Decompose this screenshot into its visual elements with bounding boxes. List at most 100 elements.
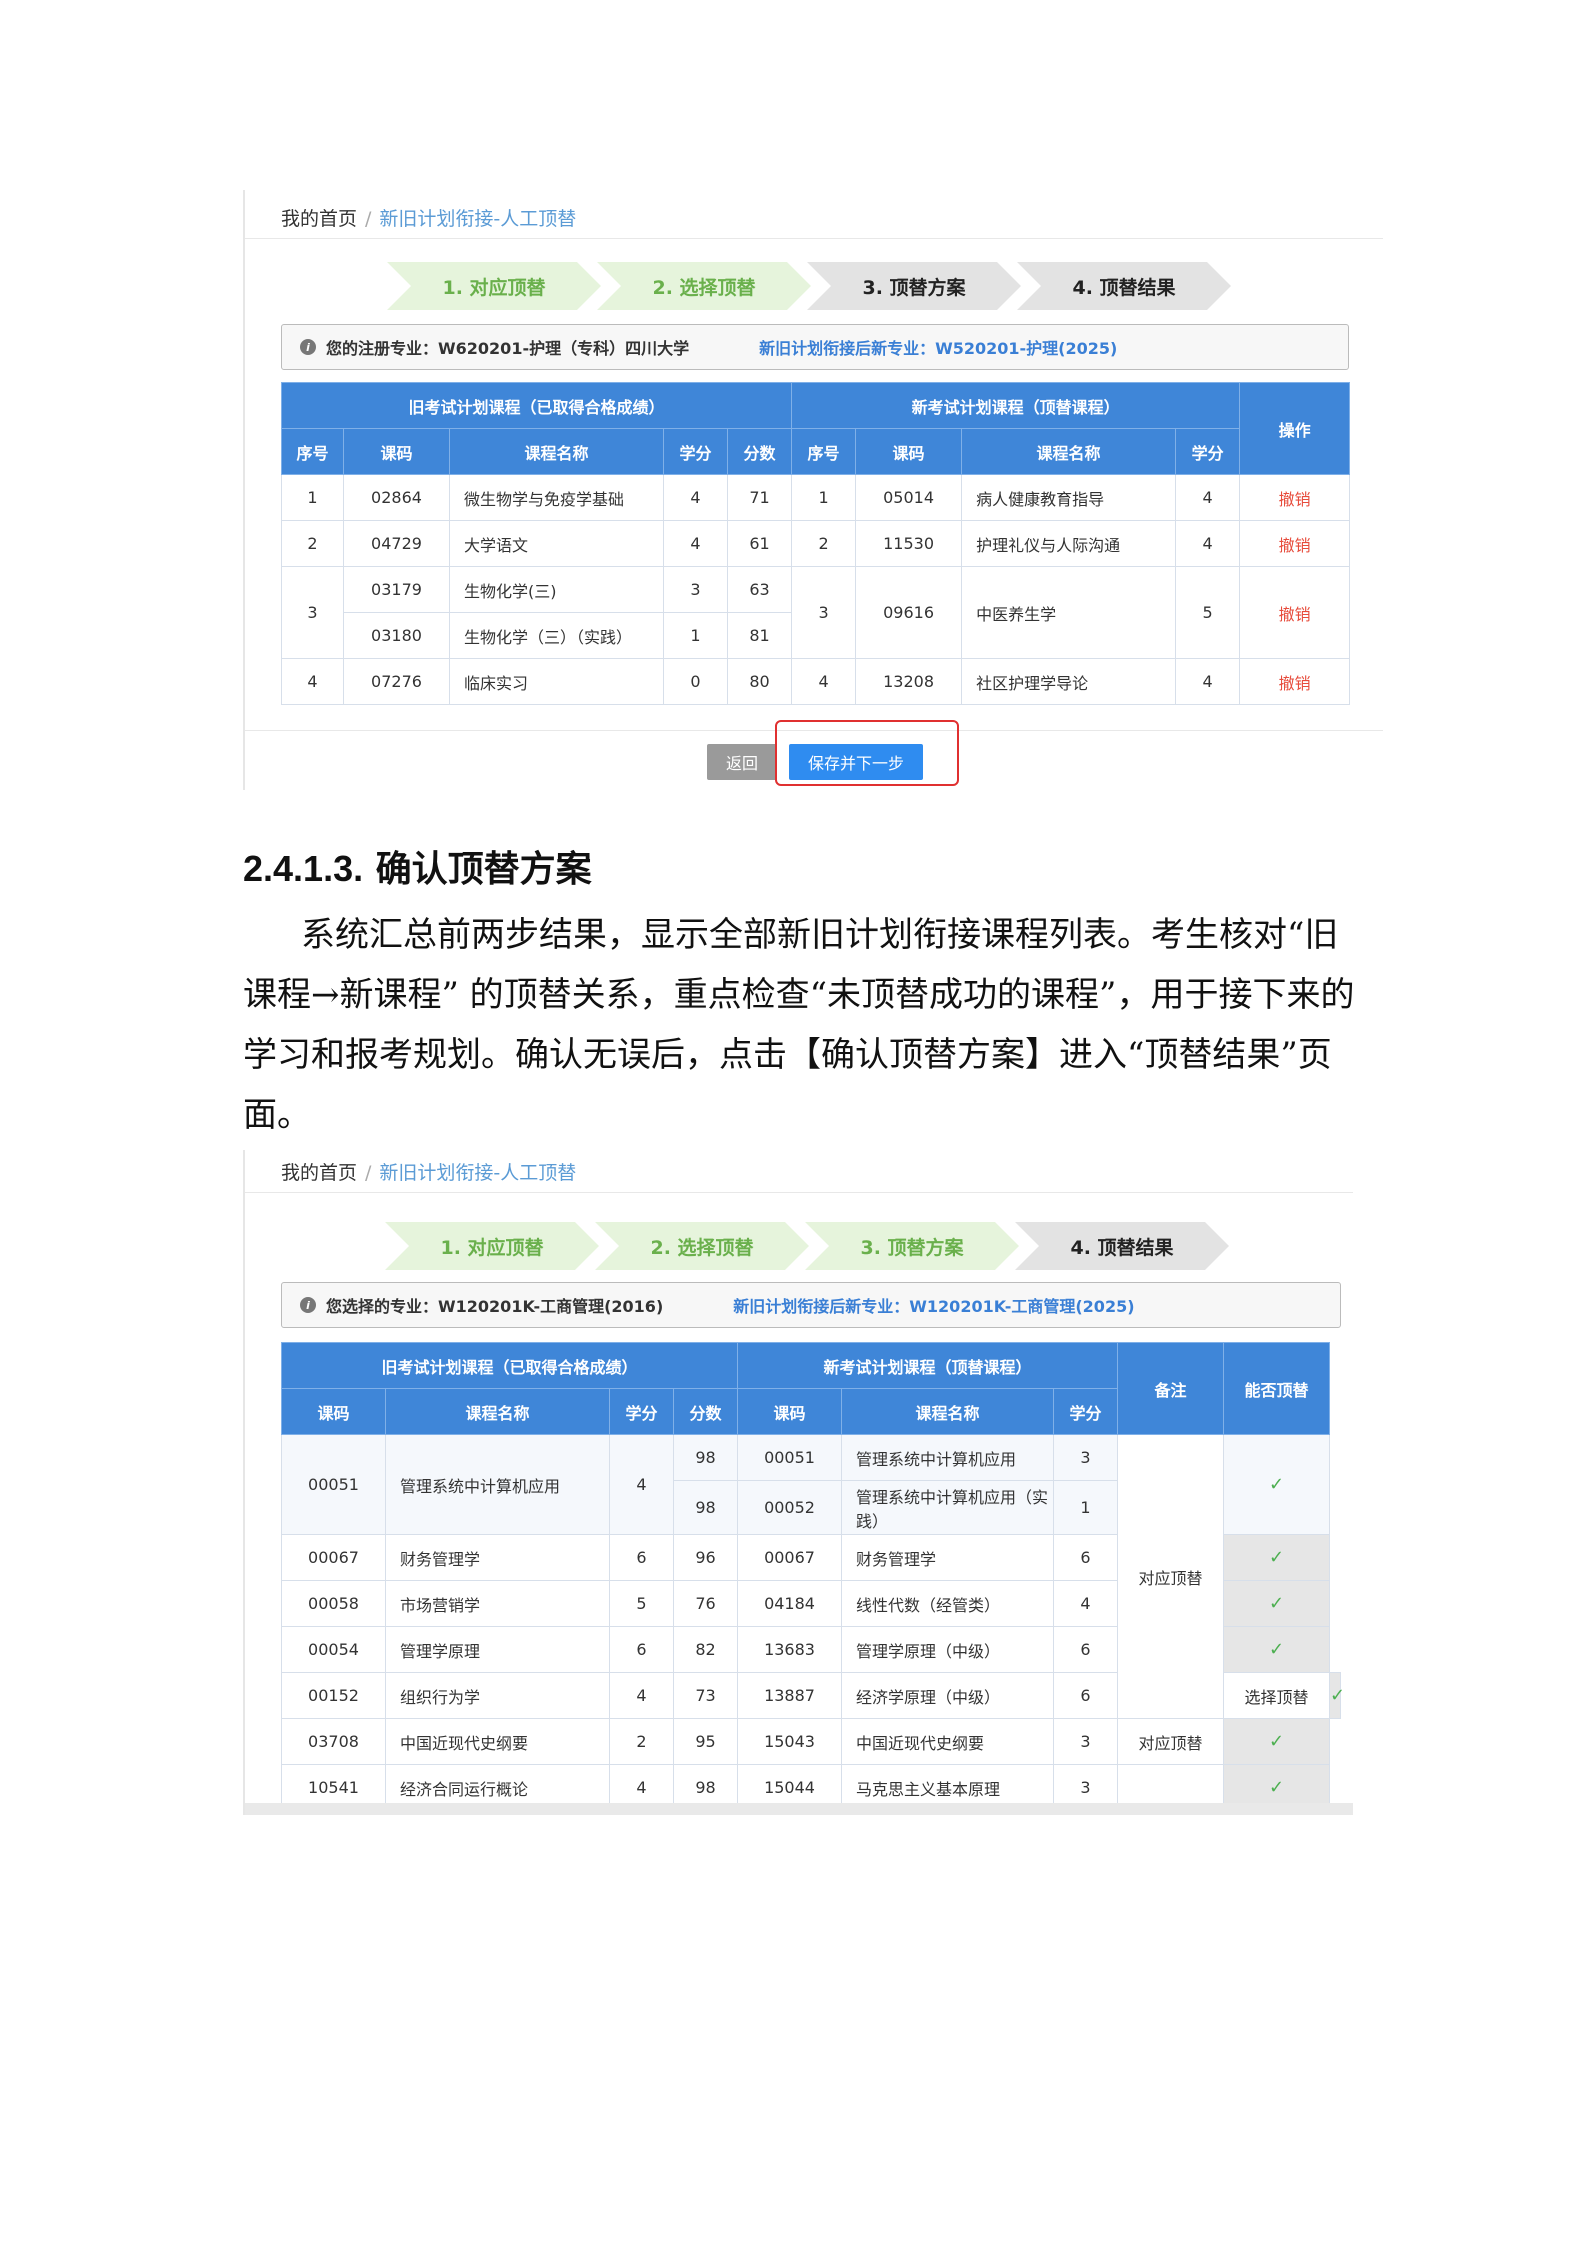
cell: 线性代数（经管类） bbox=[841, 1580, 1055, 1627]
cell: 80 bbox=[726, 658, 793, 705]
revoke-link[interactable]: 撤销 bbox=[1239, 566, 1351, 659]
cell-remark: 对应顶替 bbox=[1117, 1718, 1225, 1765]
cell: 07276 bbox=[343, 658, 450, 705]
cell: 0 bbox=[663, 658, 728, 705]
cell: 4 bbox=[609, 1672, 674, 1719]
breadcrumb-home[interactable]: 我的首页 bbox=[281, 208, 357, 230]
cell: 81 bbox=[726, 612, 793, 659]
section-number: 2.4.1.3. bbox=[243, 848, 364, 889]
cell: 6 bbox=[1053, 1534, 1119, 1581]
cell: 96 bbox=[672, 1534, 739, 1581]
check-icon: ✓ bbox=[1223, 1434, 1331, 1535]
cell: 管理学原理（中级） bbox=[841, 1626, 1055, 1673]
save-next-button[interactable]: 保存并下一步 bbox=[789, 744, 923, 780]
cell: 3 bbox=[791, 566, 857, 659]
table-row: 00051 管理系统中计算机应用 4 98 00051 管理系统中计算机应用 3… bbox=[281, 1434, 1341, 1719]
step-1: 1. 对应顶替 bbox=[385, 1222, 599, 1270]
cell: 2 bbox=[791, 520, 857, 567]
new-major: 新旧计划衔接后新专业：W520201-护理(2025) bbox=[759, 339, 1118, 358]
revoke-link[interactable]: 撤销 bbox=[1239, 658, 1351, 705]
step-indicator: 1. 对应顶替 2. 选择顶替 3. 顶替方案 4. 顶替结果 bbox=[385, 1222, 1229, 1270]
cell: 市场营销学 bbox=[385, 1580, 610, 1627]
cell: 98 bbox=[672, 1480, 739, 1535]
col-old-credit: 学分 bbox=[663, 428, 728, 475]
scrollbar-track[interactable] bbox=[245, 1803, 1353, 1815]
step-1: 1. 对应顶替 bbox=[387, 262, 601, 310]
header-new-group: 新考试计划课程（顶替课程） bbox=[737, 1342, 1119, 1389]
cell: 3 bbox=[1053, 1434, 1119, 1481]
header-new-group: 新考试计划课程（顶替课程） bbox=[791, 382, 1241, 429]
back-button[interactable]: 返回 bbox=[707, 744, 777, 780]
cell: 76 bbox=[672, 1580, 739, 1627]
cell: 财务管理学 bbox=[385, 1534, 610, 1581]
cell: 13683 bbox=[737, 1626, 843, 1673]
cell: 经济学原理（中级） bbox=[841, 1672, 1055, 1719]
divider bbox=[245, 238, 1383, 239]
cell: 临床实习 bbox=[449, 658, 664, 705]
replacement-table: 旧考试计划课程（已取得合格成绩） 新考试计划课程（顶替课程） 操作 序号 课码 … bbox=[280, 382, 1351, 705]
step-indicator: 1. 对应顶替 2. 选择顶替 3. 顶替方案 4. 顶替结果 bbox=[387, 262, 1231, 310]
col-old-code: 课码 bbox=[343, 428, 450, 475]
step-3: 3. 顶替方案 bbox=[807, 262, 1021, 310]
header-old-group: 旧考试计划课程（已取得合格成绩） bbox=[280, 1342, 739, 1389]
breadcrumb-separator: / bbox=[365, 1162, 372, 1184]
check-icon: ✓ bbox=[1223, 1718, 1331, 1765]
breadcrumb-home[interactable]: 我的首页 bbox=[281, 1162, 357, 1184]
cell: 1 bbox=[1053, 1480, 1119, 1535]
cell: 微生物学与免疫学基础 bbox=[449, 474, 664, 521]
cell: 00058 bbox=[281, 1580, 386, 1627]
cell: 4 bbox=[1175, 520, 1241, 567]
cell: 73 bbox=[672, 1672, 739, 1719]
revoke-link[interactable]: 撤销 bbox=[1239, 520, 1351, 567]
col-new-credit: 学分 bbox=[1053, 1388, 1119, 1435]
cell: 13887 bbox=[737, 1672, 843, 1719]
registered-major: 您的注册专业：W620201-护理（专科）四川大学 bbox=[326, 339, 690, 358]
cell: 生物化学(三) bbox=[449, 566, 664, 613]
col-old-name: 课程名称 bbox=[385, 1388, 610, 1435]
cell: 6 bbox=[609, 1626, 674, 1673]
col-new-code: 课码 bbox=[855, 428, 963, 475]
breadcrumb: 我的首页 / 新旧计划衔接-人工顶替 bbox=[281, 204, 576, 231]
col-new-credit: 学分 bbox=[1175, 428, 1241, 475]
info-icon: i bbox=[300, 339, 316, 355]
col-new-name: 课程名称 bbox=[961, 428, 1177, 475]
cell: 2 bbox=[281, 520, 344, 567]
breadcrumb-current[interactable]: 新旧计划衔接-人工顶替 bbox=[379, 1162, 576, 1184]
step-2: 2. 选择顶替 bbox=[597, 262, 811, 310]
header-old-group: 旧考试计划课程（已取得合格成绩） bbox=[280, 382, 793, 429]
cell: 02864 bbox=[343, 474, 450, 521]
table-row: 4 07276 临床实习 0 80 4 13208 社区护理学导论 4 撤销 bbox=[281, 658, 1351, 705]
table-row: 03708 中国近现代史纲要 2 95 15043 中国近现代史纲要 3 对应顶… bbox=[281, 1718, 1341, 1765]
table-row: 1 02864 微生物学与免疫学基础 4 71 1 05014 病人健康教育指导… bbox=[281, 474, 1351, 521]
cell: 生物化学（三）（实践） bbox=[449, 612, 664, 659]
cell: 95 bbox=[672, 1718, 739, 1765]
cell: 4 bbox=[1175, 474, 1241, 521]
header-can-replace: 能否顶替 bbox=[1223, 1342, 1331, 1435]
cell: 1 bbox=[791, 474, 857, 521]
revoke-link[interactable]: 撤销 bbox=[1239, 474, 1351, 521]
cell: 04184 bbox=[737, 1580, 843, 1627]
cell: 4 bbox=[609, 1434, 674, 1535]
cell: 82 bbox=[672, 1626, 739, 1673]
cell: 05014 bbox=[855, 474, 963, 521]
cell: 3 bbox=[281, 566, 344, 659]
cell: 社区护理学导论 bbox=[961, 658, 1177, 705]
cell: 4 bbox=[791, 658, 857, 705]
cell: 00051 bbox=[737, 1434, 843, 1481]
table-row: 3 03179 生物化学(三) 3 63 3 09616 中医养生学 5 撤销 bbox=[281, 566, 1351, 659]
cell: 98 bbox=[672, 1434, 739, 1481]
cell: 护理礼仪与人际沟通 bbox=[961, 520, 1177, 567]
breadcrumb: 我的首页 / 新旧计划衔接-人工顶替 bbox=[281, 1158, 576, 1185]
cell: 中国近现代史纲要 bbox=[385, 1718, 610, 1765]
section-heading: 2.4.1.3. 确认顶替方案 bbox=[243, 840, 592, 892]
cell: 00054 bbox=[281, 1626, 386, 1673]
col-new-name: 课程名称 bbox=[841, 1388, 1055, 1435]
cell: 71 bbox=[726, 474, 793, 521]
breadcrumb-current[interactable]: 新旧计划衔接-人工顶替 bbox=[379, 208, 576, 230]
cell: 63 bbox=[726, 566, 793, 613]
cell: 00067 bbox=[737, 1534, 843, 1581]
cell: 4 bbox=[1175, 658, 1241, 705]
cell-remark: 选择顶替 bbox=[1223, 1672, 1331, 1719]
major-info-bar: i 您选择的专业：W120201K-工商管理(2016) 新旧计划衔接后新专业：… bbox=[281, 1282, 1341, 1328]
cell: 3 bbox=[663, 566, 728, 613]
